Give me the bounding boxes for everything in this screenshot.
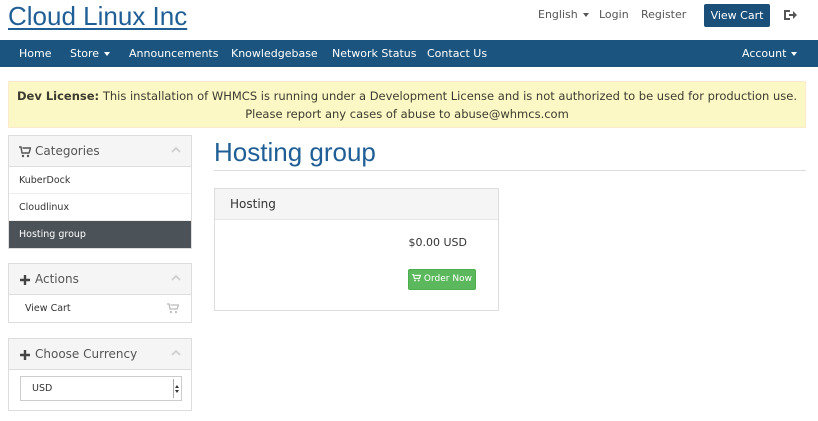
shopping-cart-icon — [412, 274, 422, 282]
language-dropdown[interactable]: English — [538, 8, 589, 21]
main-navbar: Home Store Announcements Knowledgebase N… — [0, 40, 818, 67]
alert-message: This installation of WHMCS is running un… — [102, 89, 797, 121]
categories-title: Categories — [35, 144, 100, 158]
product-name: Hosting — [215, 189, 498, 220]
site-logo[interactable]: Cloud Linux Inc — [8, 1, 187, 32]
title-divider — [214, 170, 806, 171]
categories-panel: Categories KuberDock Cloudlinux Hosting … — [8, 135, 192, 249]
caret-down-icon — [791, 52, 798, 56]
nav-network-status[interactable]: Network Status — [332, 40, 416, 67]
nav-home[interactable]: Home — [19, 40, 51, 67]
currency-panel: Choose Currency USD — [8, 338, 192, 411]
nav-announcements[interactable]: Announcements — [129, 40, 218, 67]
shopping-cart-icon — [167, 303, 179, 314]
register-link[interactable]: Register — [641, 8, 686, 21]
caret-down-icon — [582, 13, 589, 17]
order-now-button[interactable]: Order Now — [408, 269, 476, 290]
chevron-up-icon[interactable] — [171, 350, 181, 356]
currency-selected-value: USD — [32, 383, 53, 394]
actions-panel: Actions View Cart — [8, 263, 192, 323]
chevron-up-icon[interactable] — [171, 275, 181, 281]
select-arrows-icon — [173, 379, 179, 398]
category-item-hosting-group[interactable]: Hosting group — [9, 221, 191, 248]
currency-panel-header[interactable]: Choose Currency — [9, 339, 191, 370]
category-item-cloudlinux[interactable]: Cloudlinux — [9, 194, 191, 221]
nav-knowledgebase[interactable]: Knowledgebase — [231, 40, 318, 67]
currency-select[interactable]: USD — [20, 376, 182, 401]
header: Cloud Linux Inc English Login Register V… — [0, 0, 818, 40]
page-title: Hosting group — [214, 137, 376, 167]
actions-panel-header[interactable]: Actions — [9, 264, 191, 295]
nav-store[interactable]: Store — [70, 40, 111, 67]
shopping-cart-icon — [19, 146, 31, 158]
alert-label: Dev License: — [16, 89, 100, 103]
currency-title: Choose Currency — [35, 347, 138, 361]
product-card: Hosting $0.00 USD Order Now — [214, 188, 499, 311]
nav-account[interactable]: Account — [742, 40, 798, 67]
actions-title: Actions — [35, 272, 79, 286]
action-view-cart[interactable]: View Cart — [9, 295, 191, 322]
action-view-cart-label: View Cart — [25, 303, 71, 314]
category-item-kuberdock[interactable]: KuberDock — [9, 167, 191, 194]
dev-license-alert: Dev License: This installation of WHMCS … — [8, 81, 806, 128]
language-label: English — [538, 8, 578, 21]
product-price: $0.00 USD — [408, 236, 468, 249]
order-now-label: Order Now — [423, 274, 472, 284]
caret-down-icon — [104, 52, 111, 56]
sign-out-icon[interactable] — [783, 8, 797, 22]
categories-panel-header[interactable]: Categories — [9, 136, 191, 167]
chevron-up-icon[interactable] — [171, 147, 181, 153]
plus-icon — [20, 275, 30, 285]
nav-contact-us[interactable]: Contact Us — [427, 40, 487, 67]
plus-icon — [20, 350, 30, 360]
nav-store-label: Store — [70, 47, 100, 60]
login-link[interactable]: Login — [599, 8, 629, 21]
nav-account-label: Account — [742, 47, 787, 60]
view-cart-button[interactable]: View Cart — [704, 4, 770, 27]
